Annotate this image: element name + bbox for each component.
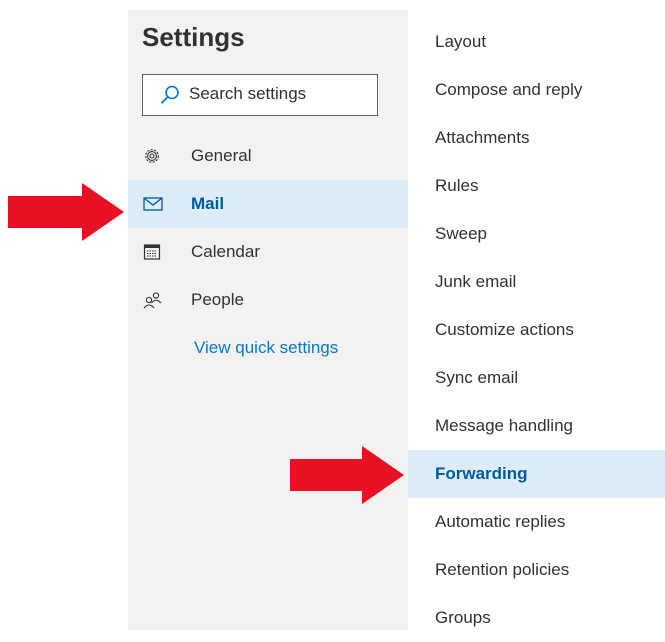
menu-item-label: Groups [435,608,491,627]
people-icon [143,291,163,314]
nav-item-label: Mail [191,194,225,213]
red-arrow-icon [8,183,124,246]
menu-item-sync-email[interactable]: Sync email [408,354,665,402]
menu-item-groups[interactable]: Groups [408,594,665,642]
calendar-icon [143,243,161,266]
menu-item-label: Message handling [435,416,573,435]
menu-item-label: Sync email [435,368,519,387]
menu-item-label: Attachments [435,128,530,147]
menu-item-label: Junk email [435,272,517,291]
menu-item-retention-policies[interactable]: Retention policies [408,546,665,594]
menu-item-sweep[interactable]: Sweep [408,210,665,258]
search-box[interactable] [142,74,378,116]
menu-item-label: Forwarding [435,464,528,483]
gear-icon [143,147,161,170]
nav-item-label: Calendar [191,242,260,261]
menu-item-label: Layout [435,32,487,51]
nav-item-label: General [191,146,252,165]
menu-item-compose-and-reply[interactable]: Compose and reply [408,66,665,114]
nav-item-general[interactable]: General [128,132,408,180]
menu-item-rules[interactable]: Rules [408,162,665,210]
menu-item-label: Sweep [435,224,487,243]
menu-item-label: Retention policies [435,560,570,579]
nav-item-label: People [191,290,244,309]
settings-nav-pane: Settings General Mail [128,10,408,630]
nav-item-mail[interactable]: Mail [128,180,408,228]
mail-icon [143,195,163,218]
menu-item-junk-email[interactable]: Junk email [408,258,665,306]
menu-item-label: Rules [435,176,479,195]
menu-item-automatic-replies[interactable]: Automatic replies [408,498,665,546]
menu-item-attachments[interactable]: Attachments [408,114,665,162]
mail-settings-list: Layout Compose and reply Attachments Rul… [408,18,665,630]
red-arrow-icon [290,446,404,509]
nav-item-calendar[interactable]: Calendar [128,228,408,276]
search-icon [160,85,180,110]
menu-item-label: Automatic replies [435,512,566,531]
menu-item-message-handling[interactable]: Message handling [408,402,665,450]
menu-item-forwarding[interactable]: Forwarding [408,450,665,498]
menu-item-label: Compose and reply [435,80,583,99]
menu-item-label: Customize actions [435,320,574,339]
page-title: Settings [142,22,245,52]
menu-item-customize-actions[interactable]: Customize actions [408,306,665,354]
view-quick-settings-link[interactable]: View quick settings [194,338,338,358]
menu-item-layout[interactable]: Layout [408,18,665,66]
search-input[interactable] [189,75,371,113]
nav-item-people[interactable]: People [128,276,408,324]
